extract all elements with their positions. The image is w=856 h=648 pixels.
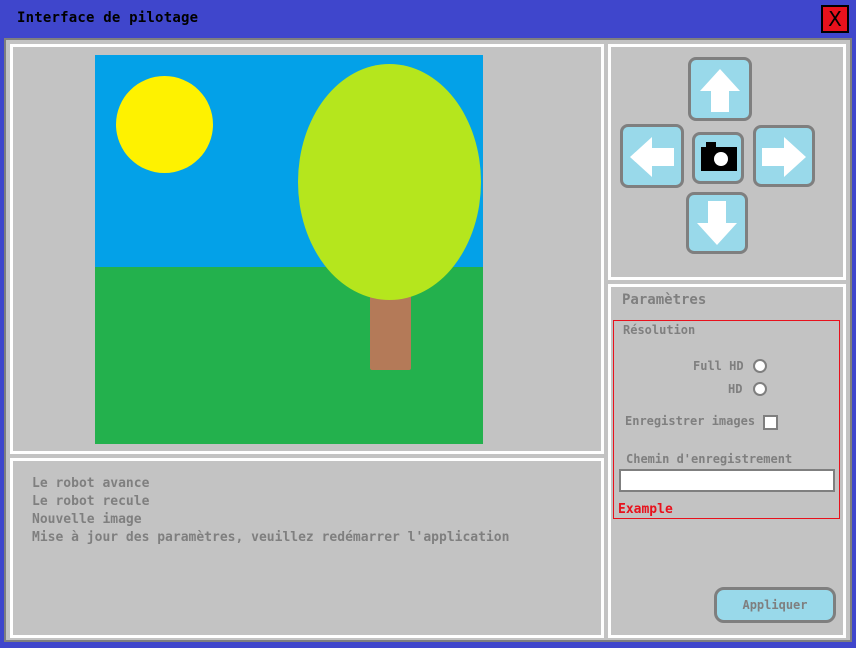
log-panel: Le robot avance Le robot recule Nouvelle…: [10, 458, 604, 638]
save-path-label: Chemin d'enregistrement: [626, 452, 793, 466]
full-hd-label: Full HD: [693, 359, 744, 373]
arrow-down-icon: [697, 201, 737, 245]
move-right-button[interactable]: [753, 125, 815, 187]
move-down-button[interactable]: [686, 192, 748, 254]
navigation-panel: [608, 44, 846, 280]
log-line: Mise à jour des paramètres, veuillez red…: [32, 530, 510, 545]
window-title: Interface de pilotage: [17, 10, 199, 26]
full-hd-radio[interactable]: [753, 359, 767, 373]
move-left-button[interactable]: [620, 124, 684, 188]
arrow-up-icon: [700, 69, 740, 112]
main-window: Le robot avance Le robot recule Nouvelle…: [4, 38, 852, 642]
settings-title: Paramètres: [622, 292, 707, 308]
scene-tree-crown: [298, 64, 481, 300]
log-line: Nouvelle image: [32, 512, 142, 527]
scene-grass: [95, 267, 483, 444]
resolution-label: Résolution: [623, 323, 696, 337]
arrow-left-icon: [630, 137, 674, 177]
hd-radio[interactable]: [753, 382, 767, 396]
settings-group: Résolution Full HD HD Enregistrer images…: [613, 320, 840, 519]
move-up-button[interactable]: [688, 57, 752, 121]
hd-label: HD: [728, 382, 743, 396]
scene-tree-trunk: [370, 291, 411, 370]
log-line: Le robot avance: [32, 476, 150, 491]
camera-icon: [701, 142, 737, 171]
save-images-checkbox[interactable]: [763, 415, 778, 430]
apply-button[interactable]: Appliquer: [714, 587, 836, 623]
capture-button[interactable]: [692, 132, 744, 184]
close-button[interactable]: X: [821, 5, 849, 33]
title-bar: Interface de pilotage X: [0, 0, 856, 38]
scene-sun: [116, 76, 213, 173]
arrow-right-icon: [762, 137, 806, 177]
save-images-label: Enregistrer images: [625, 414, 756, 428]
save-path-hint: Example: [618, 502, 673, 517]
camera-image: [95, 55, 483, 444]
settings-panel: Paramètres Résolution Full HD HD Enregis…: [608, 284, 846, 638]
image-preview-panel: [10, 44, 604, 454]
save-path-input[interactable]: [619, 469, 835, 492]
log-line: Le robot recule: [32, 494, 150, 509]
